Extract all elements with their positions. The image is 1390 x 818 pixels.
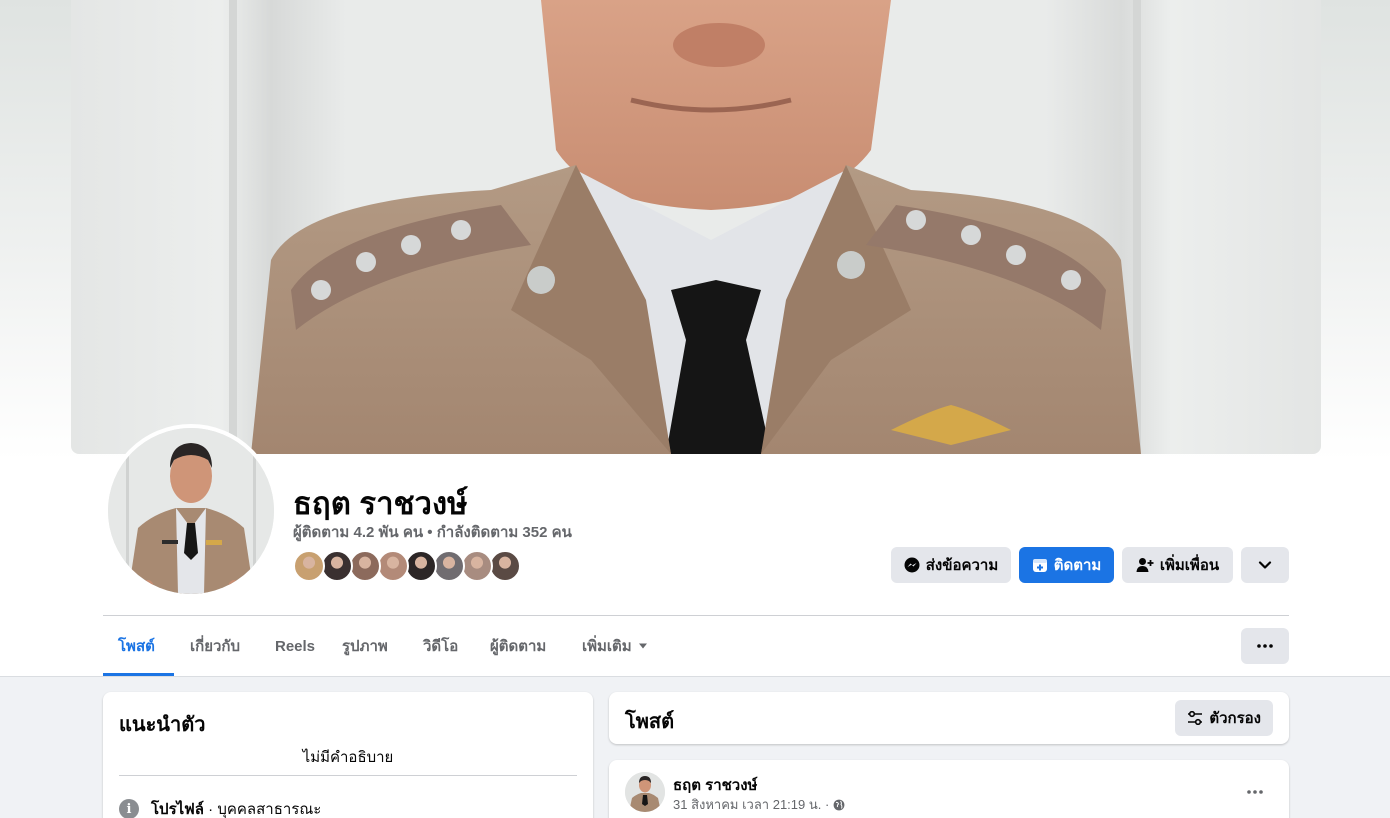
messenger-icon — [904, 557, 920, 573]
mutual-friend-avatar[interactable] — [349, 550, 381, 582]
info-icon: i — [119, 799, 139, 818]
posts-header-card: โพสต์ ตัวกรอง — [609, 692, 1289, 744]
follow-icon — [1032, 559, 1047, 572]
filter-button[interactable]: ตัวกรอง — [1175, 700, 1273, 736]
tab-more-label: เพิ่มเติม — [582, 638, 632, 655]
tab-videos[interactable]: วิดีโอ — [423, 616, 458, 676]
add-friend-button[interactable]: เพิ่มเพื่อน — [1122, 547, 1233, 583]
intro-profile-label: โปรไฟล์ — [151, 801, 204, 818]
cover-photo[interactable] — [71, 0, 1321, 454]
add-friend-button-label: เพิ่มเพื่อน — [1159, 557, 1220, 574]
tab-reels[interactable]: Reels — [275, 616, 315, 676]
intro-profile-type: · บุคคลสาธารณะ — [204, 801, 322, 818]
mutual-friend-avatar[interactable] — [321, 550, 353, 582]
follower-count[interactable]: ผู้ติดตาม 4.2 พัน คน • กำลังติดตาม 352 ค… — [293, 520, 572, 544]
more-horizontal-icon — [1247, 790, 1263, 794]
add-friend-icon — [1136, 558, 1154, 572]
intro-bio: ไม่มีคำอธิบาย — [302, 749, 394, 766]
follow-button[interactable]: ติดตาม — [1019, 547, 1114, 583]
message-button[interactable]: ส่งข้อความ — [891, 547, 1011, 583]
globe-icon[interactable] — [833, 799, 845, 811]
post-meta: 31 สิงหาคม เวลา 21:19 น. · — [673, 794, 845, 815]
more-horizontal-icon — [1257, 644, 1273, 648]
message-button-label: ส่งข้อความ — [925, 557, 999, 574]
intro-divider — [119, 775, 577, 776]
profile-options-button[interactable] — [1241, 628, 1289, 664]
post-timestamp[interactable]: 31 สิงหาคม เวลา 21:19 น. · — [673, 794, 829, 815]
follow-button-label: ติดตาม — [1053, 557, 1102, 574]
mutual-friends[interactable] — [293, 550, 521, 582]
mutual-friend-avatar[interactable] — [405, 550, 437, 582]
mutual-friend-avatar[interactable] — [489, 550, 521, 582]
caret-down-icon — [638, 643, 647, 649]
intro-title: แนะนำตัว — [119, 714, 206, 736]
more-actions-button[interactable] — [1241, 547, 1289, 583]
header-bottom-border — [0, 676, 1390, 677]
intro-profile-info: i โปรไฟล์ · บุคคลสาธารณะ — [119, 797, 321, 818]
cover-photo-image — [229, 0, 1141, 454]
chevron-down-icon — [1258, 561, 1272, 569]
mutual-friend-avatar[interactable] — [293, 550, 325, 582]
tab-followers[interactable]: ผู้ติดตาม — [490, 616, 546, 676]
tab-more[interactable]: เพิ่มเติม — [582, 616, 648, 676]
avatar-image — [108, 428, 274, 594]
profile-avatar[interactable] — [104, 424, 278, 598]
mutual-friend-avatar[interactable] — [433, 550, 465, 582]
tab-photos[interactable]: รูปภาพ — [342, 616, 388, 676]
tab-posts[interactable]: โพสต์ — [118, 616, 155, 676]
filter-button-label: ตัวกรอง — [1209, 710, 1261, 727]
post-author-avatar[interactable] — [625, 772, 665, 812]
posts-title: โพสต์ — [625, 711, 675, 733]
post-card: ธฤต ราชวงษ์ 31 สิงหาคม เวลา 21:19 น. · — [609, 760, 1289, 818]
post-options-button[interactable] — [1237, 774, 1273, 810]
tab-about[interactable]: เกี่ยวกับ — [190, 616, 240, 676]
intro-card: แนะนำตัว ไม่มีคำอธิบาย i โปรไฟล์ · บุคคล… — [103, 692, 593, 818]
mutual-friend-avatar[interactable] — [461, 550, 493, 582]
post-author-avatar-image — [625, 772, 665, 812]
mutual-friend-avatar[interactable] — [377, 550, 409, 582]
filter-icon — [1188, 711, 1203, 725]
